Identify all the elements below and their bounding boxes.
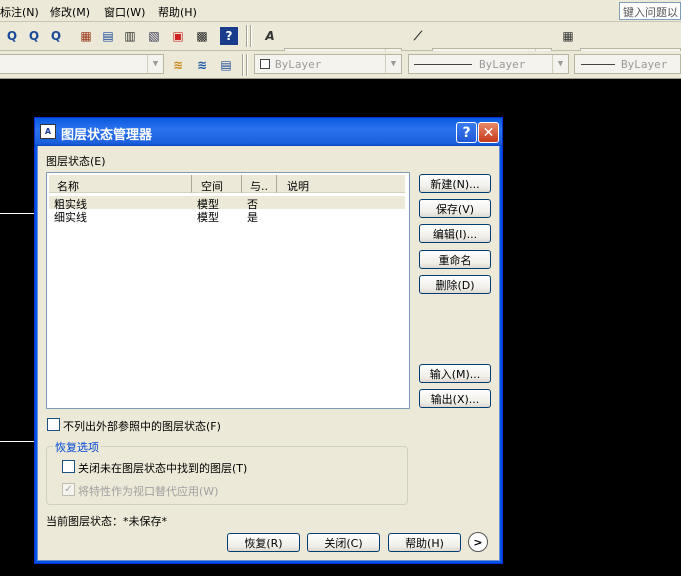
layer-previous-icon[interactable]: ≋	[192, 55, 212, 75]
help-dialog-button[interactable]: 帮助(H)	[388, 533, 461, 552]
sheet-set-icon[interactable]: ▧	[144, 26, 164, 46]
layer-states-icon[interactable]: ▤	[216, 55, 236, 75]
dim-style-icon[interactable]: ⟋	[408, 26, 428, 46]
close-icon[interactable]: ✕	[478, 122, 499, 143]
turn-off-layers-label: 关闭未在图层状态中找到的图层(T)	[78, 462, 248, 475]
column-header-same[interactable]: 与..	[242, 175, 277, 193]
column-header-space[interactable]: 空间	[192, 175, 242, 193]
drawing-line	[0, 213, 34, 214]
column-header-name[interactable]: 名称	[49, 175, 192, 193]
new-button[interactable]: 新建(N)...	[419, 174, 491, 193]
dialog-titlebar[interactable]: A 图层状态管理器 ? ✕	[35, 118, 502, 146]
toolbar-separator	[246, 54, 248, 76]
table-row[interactable]: 粗实线 模型 否	[49, 196, 405, 211]
zoom-previous-icon[interactable]: Q	[46, 26, 66, 46]
more-options-icon[interactable]: >	[468, 532, 488, 552]
layer-combo[interactable]: ▼	[0, 54, 164, 74]
menu-dimension[interactable]: 标注(N)	[0, 4, 39, 20]
exclude-xref-checkbox[interactable]	[47, 418, 60, 431]
viewport-override-label: 将特性作为视口替代应用(W)	[78, 485, 219, 498]
zoom-realtime-icon[interactable]: Q	[2, 26, 22, 46]
tool-palettes-icon[interactable]: ▥	[120, 26, 140, 46]
chevron-down-icon: ▼	[147, 55, 163, 73]
row-space: 模型	[197, 211, 219, 224]
delete-button[interactable]: 删除(D)	[419, 275, 491, 294]
row-name: 细实线	[54, 211, 87, 224]
close-button[interactable]: 关闭(C)	[307, 533, 380, 552]
layer-states-icon: A	[40, 124, 56, 139]
table-style-icon[interactable]: ▦	[558, 26, 578, 46]
lineweight-value: ByLayer	[621, 58, 668, 71]
lineweight-combo[interactable]: ByLayer	[574, 54, 681, 74]
current-layer-state: 当前图层状态：*未保存*	[46, 515, 167, 528]
color-combo[interactable]: ByLayer ▼	[254, 54, 402, 74]
markup-icon[interactable]: ▣	[168, 26, 188, 46]
toolbar-separator	[250, 25, 252, 47]
exclude-xref-label: 不列出外部参照中的图层状态(F)	[63, 420, 221, 433]
linetype-value: ByLayer	[479, 58, 526, 71]
menu-help[interactable]: 帮助(H)	[158, 4, 197, 20]
rename-button[interactable]: 重命名	[419, 250, 491, 269]
standard-toolbar: Q Q Q ▦ ▤ ▥ ▧ ▣ ▩ ? A Standard ▼ ⟋ ISO-2…	[0, 22, 681, 68]
column-header-description[interactable]: 说明	[277, 175, 405, 193]
restore-options-title: 恢复选项	[53, 439, 101, 455]
make-object-layer-current-icon[interactable]: ≋	[168, 55, 188, 75]
layers-properties-toolbar: ▼ ≋ ≋ ▤ ByLayer ▼ ByLayer ▼ ByLayer	[0, 51, 681, 79]
color-swatch	[260, 59, 270, 69]
menu-window[interactable]: 窗口(W)	[104, 4, 145, 20]
toolbar-separator	[246, 25, 248, 47]
linetype-combo[interactable]: ByLayer ▼	[408, 54, 569, 74]
layer-states-manager-dialog: A 图层状态管理器 ? ✕ 图层状态(E) 名称 空间 与.. 说明 粗实线 模…	[34, 117, 503, 564]
properties-icon[interactable]: ▦	[76, 26, 96, 46]
toolbar-separator	[242, 54, 244, 76]
help-search-input[interactable]: 键入问题以	[619, 2, 681, 20]
zoom-window-icon[interactable]: Q	[24, 26, 44, 46]
viewport-override-checkbox[interactable]: ✓	[62, 483, 75, 496]
help-icon[interactable]: ?	[220, 27, 238, 45]
calculator-icon[interactable]: ▩	[192, 26, 212, 46]
lineweight-sample	[581, 64, 615, 65]
linetype-sample	[414, 64, 472, 65]
text-style-icon[interactable]: A	[260, 26, 280, 46]
row-same: 是	[247, 211, 258, 224]
turn-off-layers-checkbox[interactable]	[62, 460, 75, 473]
dialog-title: 图层状态管理器	[61, 128, 153, 143]
design-center-icon[interactable]: ▤	[98, 26, 118, 46]
help-button[interactable]: ?	[456, 122, 477, 143]
menu-modify[interactable]: 修改(M)	[50, 4, 90, 20]
layer-states-list[interactable]: 名称 空间 与.. 说明 粗实线 模型 否 细实线 模型 是	[46, 172, 410, 409]
export-button[interactable]: 输出(X)...	[419, 389, 491, 408]
layer-states-label: 图层状态(E)	[46, 155, 106, 168]
chevron-down-icon: ▼	[385, 55, 401, 73]
restore-button[interactable]: 恢复(R)	[227, 533, 300, 552]
chevron-down-icon: ▼	[552, 55, 568, 73]
edit-button[interactable]: 编辑(I)...	[419, 224, 491, 243]
menu-bar: 标注(N) 修改(M) 窗口(W) 帮助(H) 键入问题以	[0, 0, 681, 22]
color-value: ByLayer	[275, 58, 322, 71]
table-row[interactable]: 细实线 模型 是	[49, 209, 405, 224]
drawing-line	[0, 441, 34, 442]
save-button[interactable]: 保存(V)	[419, 199, 491, 218]
import-button[interactable]: 输入(M)...	[419, 364, 491, 383]
